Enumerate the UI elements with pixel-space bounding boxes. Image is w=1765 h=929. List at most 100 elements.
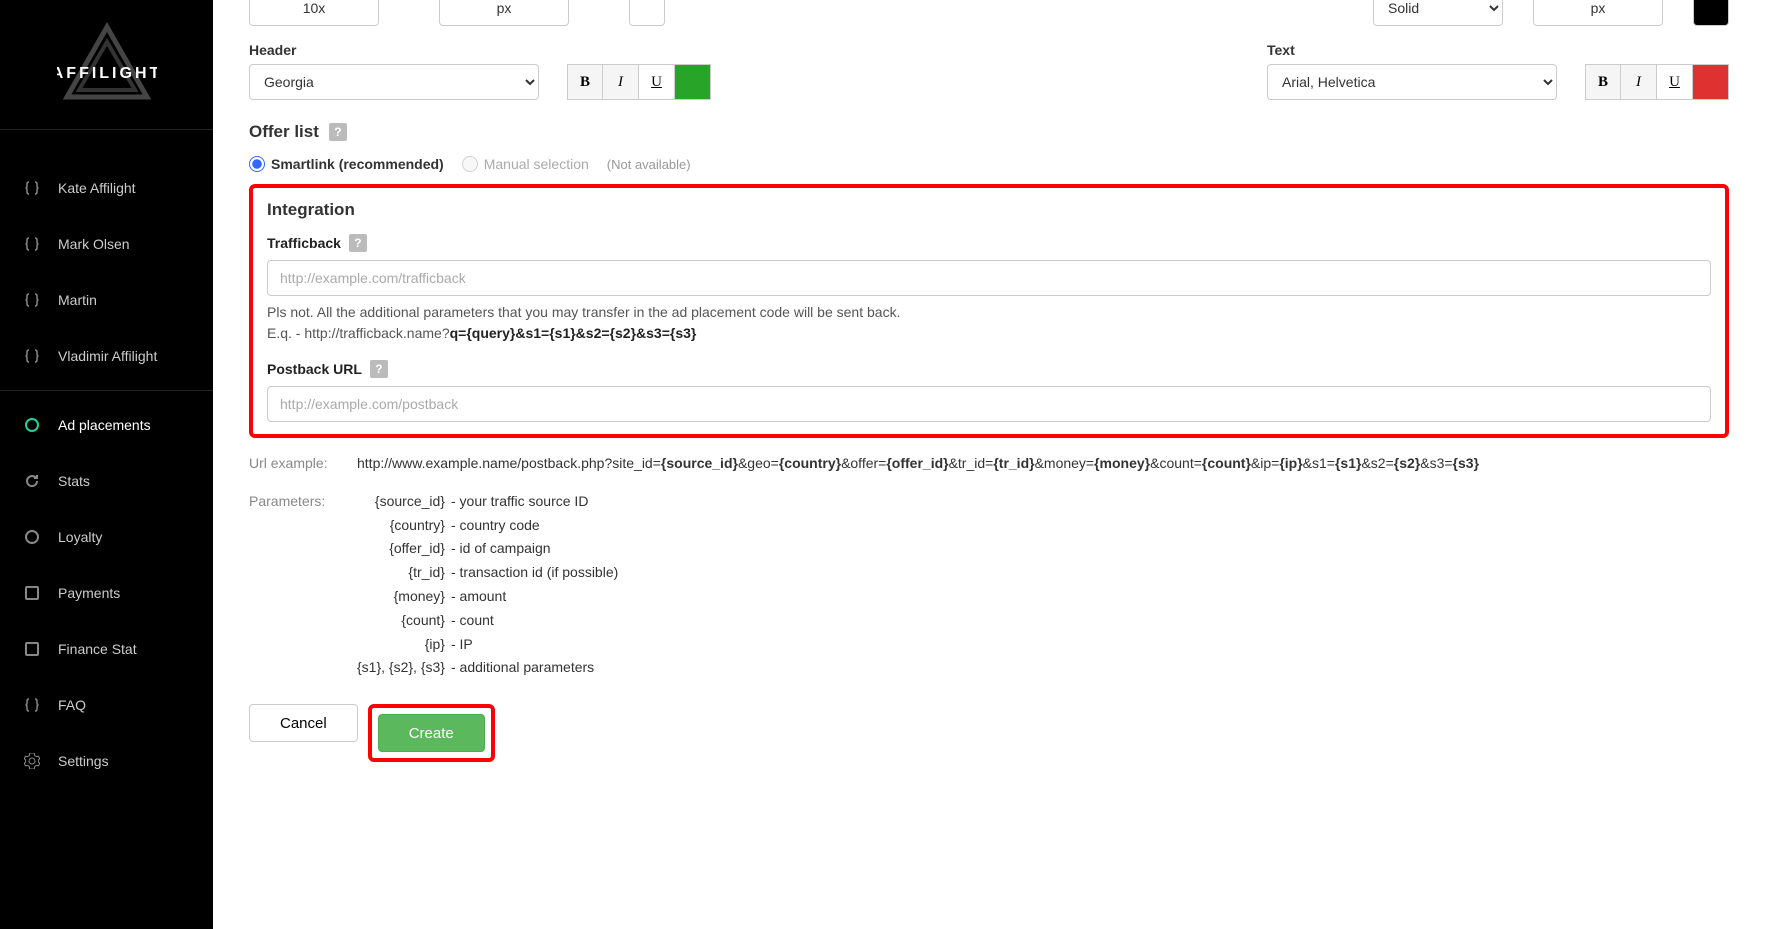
help-icon[interactable]: ? — [329, 123, 347, 141]
param-desc: - count — [451, 609, 618, 633]
header-format-group: B I U — [567, 64, 711, 100]
param-row: {offer_id} - id of campaign — [357, 537, 618, 561]
offer-smartlink-option[interactable]: Smartlink (recommended) — [249, 156, 444, 172]
param-row: {source_id} - your traffic source ID — [357, 490, 618, 514]
trafficback-hint: Pls not. All the additional parameters t… — [267, 302, 1711, 344]
braces-icon — [22, 695, 42, 715]
header-italic-button[interactable]: I — [603, 64, 639, 100]
refresh-icon — [22, 471, 42, 491]
create-button-highlight: Create — [368, 704, 495, 762]
param-key: {ip} — [357, 633, 451, 657]
text-label: Text — [1267, 42, 1557, 58]
gear-icon — [22, 751, 42, 771]
sidebar-item-payments[interactable]: Payments — [0, 565, 213, 621]
header-color-swatch[interactable] — [675, 64, 711, 100]
background-color-swatch[interactable] — [629, 0, 665, 26]
postback-input[interactable] — [267, 386, 1711, 422]
param-desc: - transaction id (if possible) — [451, 561, 618, 585]
square-icon — [22, 639, 42, 659]
postback-label: Postback URL — [267, 361, 362, 377]
padding-input[interactable] — [249, 0, 379, 26]
trafficback-input[interactable] — [267, 260, 1711, 296]
param-key: {tr_id} — [357, 561, 451, 585]
text-underline-button[interactable]: U — [1657, 64, 1693, 100]
sidebar-item-ad-placements[interactable]: Ad placements — [0, 397, 213, 453]
border-width-input[interactable] — [1533, 0, 1663, 26]
logo: AFFILIGHT — [0, 0, 213, 130]
sidebar: AFFILIGHT Kate Affilight Mark Olsen Martin… — [0, 0, 213, 929]
sidebar-item-label: Payments — [58, 585, 120, 601]
header-bold-button[interactable]: B — [567, 64, 603, 100]
sidebar-item-label: Stats — [58, 473, 90, 489]
sidebar-user-3[interactable]: Vladimir Affilight — [0, 328, 213, 384]
param-desc: - amount — [451, 585, 618, 609]
circle-o-icon — [22, 527, 42, 547]
param-key: {offer_id} — [357, 537, 451, 561]
trafficback-label: Trafficback — [267, 235, 341, 251]
param-key: {source_id} — [357, 490, 451, 514]
param-key: {money} — [357, 585, 451, 609]
sidebar-item-stats[interactable]: Stats — [0, 453, 213, 509]
text-format-group: B I U — [1585, 64, 1729, 100]
text-bold-button[interactable]: B — [1585, 64, 1621, 100]
braces-icon — [22, 290, 42, 310]
param-desc: - country code — [451, 514, 618, 538]
sidebar-item-settings[interactable]: Settings — [0, 733, 213, 789]
braces-icon — [22, 346, 42, 366]
param-key: {count} — [357, 609, 451, 633]
sidebar-user-label: Martin — [58, 292, 97, 308]
text-font-select[interactable]: Arial, Helvetica — [1267, 64, 1557, 100]
sidebar-user-2[interactable]: Martin — [0, 272, 213, 328]
cancel-button[interactable]: Cancel — [249, 704, 358, 742]
braces-icon — [22, 234, 42, 254]
svg-text:AFFILIGHT: AFFILIGHT — [57, 65, 157, 82]
nav: Kate Affilight Mark Olsen Martin Vladimir A… — [0, 130, 213, 789]
space-input[interactable] — [439, 0, 569, 26]
help-icon[interactable]: ? — [349, 234, 367, 252]
param-row: {tr_id} - transaction id (if possible) — [357, 561, 618, 585]
sidebar-item-finance-stat[interactable]: Finance Stat — [0, 621, 213, 677]
border-style-select[interactable]: Solid — [1373, 0, 1503, 26]
param-desc: - additional parameters — [451, 656, 618, 680]
url-example-label: Url example: — [249, 452, 343, 476]
header-font-select[interactable]: Georgia — [249, 64, 539, 100]
param-row: {ip} - IP — [357, 633, 618, 657]
sidebar-user-label: Vladimir Affilight — [58, 348, 157, 364]
sidebar-item-label: Ad placements — [58, 417, 151, 433]
param-desc: - id of campaign — [451, 537, 618, 561]
param-desc: - your traffic source ID — [451, 490, 618, 514]
text-italic-button[interactable]: I — [1621, 64, 1657, 100]
param-desc: - IP — [451, 633, 618, 657]
param-key: {s1}, {s2}, {s3} — [357, 656, 451, 680]
sidebar-user-0[interactable]: Kate Affilight — [0, 160, 213, 216]
param-row: {count} - count — [357, 609, 618, 633]
integration-section: Integration Trafficback ? Pls not. All t… — [249, 184, 1729, 438]
text-color-swatch[interactable] — [1693, 64, 1729, 100]
radio-smartlink[interactable] — [249, 156, 265, 172]
param-row: {country} - country code — [357, 514, 618, 538]
header-underline-button[interactable]: U — [639, 64, 675, 100]
circle-icon — [22, 415, 42, 435]
create-button[interactable]: Create — [378, 714, 485, 752]
braces-icon — [22, 178, 42, 198]
integration-title: Integration — [267, 200, 355, 220]
sidebar-user-label: Kate Affilight — [58, 180, 136, 196]
url-example-value: http://www.example.name/postback.php?sit… — [357, 452, 1729, 476]
offer-manual-option: Manual selection — [462, 156, 589, 172]
help-icon[interactable]: ? — [370, 360, 388, 378]
not-available-text: (Not available) — [607, 157, 691, 172]
sidebar-item-loyalty[interactable]: Loyalty — [0, 509, 213, 565]
header-label: Header — [249, 42, 539, 58]
square-icon — [22, 583, 42, 603]
border-color-swatch[interactable] — [1693, 0, 1729, 26]
sidebar-item-label: Loyalty — [58, 529, 102, 545]
offer-list-title: Offer list — [249, 122, 319, 142]
sidebar-item-faq[interactable]: FAQ — [0, 677, 213, 733]
sidebar-user-1[interactable]: Mark Olsen — [0, 216, 213, 272]
sidebar-item-label: Finance Stat — [58, 641, 137, 657]
radio-manual — [462, 156, 478, 172]
main-content: Solid Header Georgia B I U — [213, 0, 1765, 929]
parameters-label: Parameters: — [249, 490, 343, 680]
parameters-list: {source_id} - your traffic source ID{cou… — [357, 490, 618, 680]
sidebar-item-label: Settings — [58, 753, 109, 769]
